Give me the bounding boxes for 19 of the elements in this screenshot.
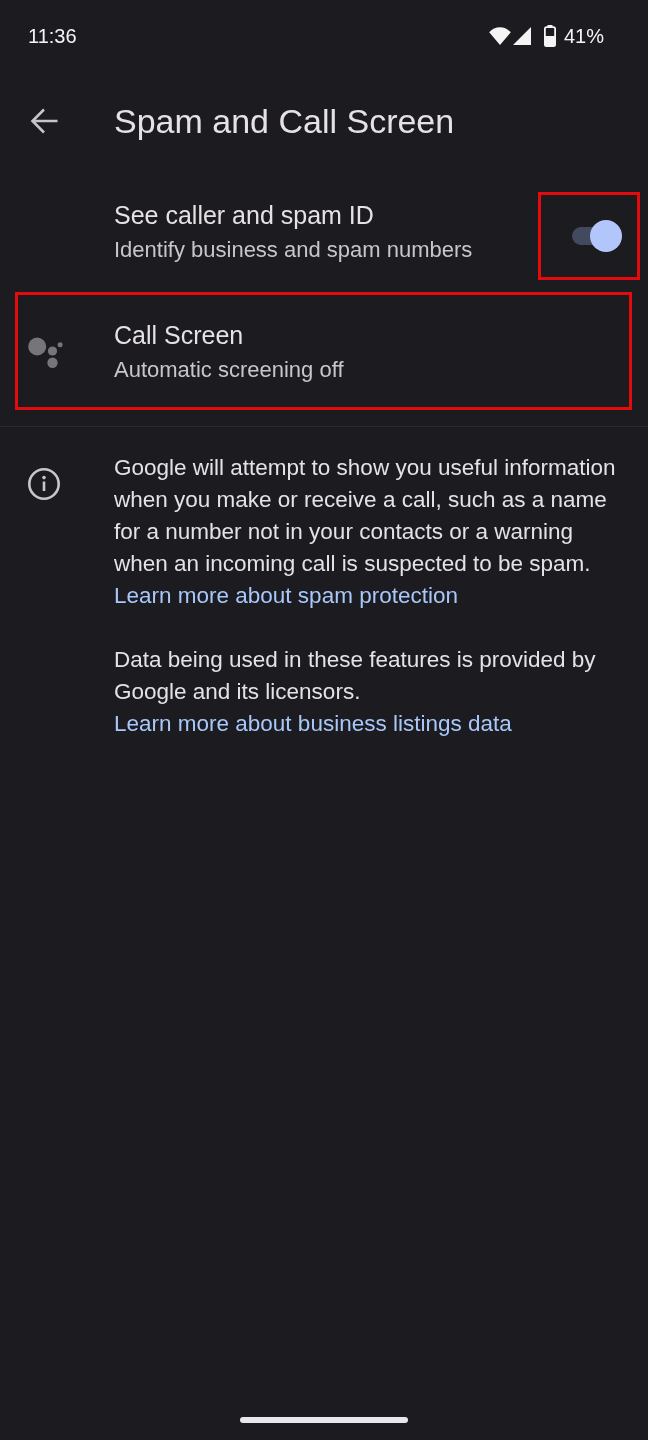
status-time: 11:36 [28, 24, 77, 48]
gesture-handle[interactable] [240, 1417, 408, 1423]
info-icon [28, 468, 60, 500]
dots-icon [28, 337, 63, 368]
back-arrow-icon[interactable] [30, 108, 58, 134]
setting-title: Call Screen [114, 320, 244, 351]
learn-more-link[interactable]: Learn more about business listings data [114, 711, 512, 736]
info-paragraph: Data being used in these features is provided by Google and its licensors. Learn more about business listings data [114, 646, 597, 738]
battery-percentage: 41% [563, 24, 604, 48]
info-paragraph: Google will attempt to show you useful information when you make or receive a call, such as a name for a number not in your contacts or a warning when an incoming call is suspected to be spam. Learn more about spam protection [114, 454, 617, 610]
setting-subtitle: Identify business and spam numbers [114, 236, 473, 264]
wifi-icon [488, 27, 511, 45]
battery-icon [543, 25, 556, 47]
learn-more-link[interactable]: Learn more about spam protection [114, 583, 458, 608]
toggle-switch[interactable] [572, 219, 622, 252]
setting-subtitle: Automatic screening off [114, 356, 344, 384]
setting-title: See caller and spam ID [114, 200, 374, 231]
signal-icon [512, 27, 531, 45]
page-title: Spam and Call Screen [114, 101, 455, 141]
